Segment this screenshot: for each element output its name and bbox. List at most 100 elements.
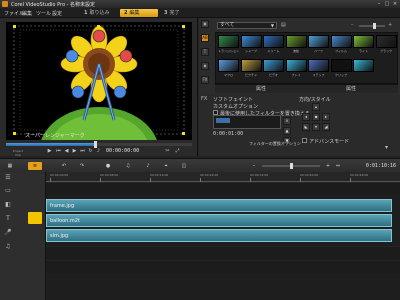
step-capture[interactable]: 1 取り込み	[80, 9, 118, 17]
maximize-icon[interactable]: □	[384, 1, 390, 7]
previous-frame-icon[interactable]: ◀	[63, 148, 70, 155]
tab-attribute-2[interactable]: 属性	[307, 86, 395, 93]
step-share[interactable]: 3 完了	[160, 9, 198, 17]
thumbnail-caption: ビデオ	[268, 73, 278, 77]
add-category-icon[interactable]: ▤	[281, 22, 289, 29]
filter-replace-button[interactable]: フィルターの置換オプション	[249, 141, 301, 147]
volume-icon[interactable]: ♪	[95, 148, 102, 155]
library-thumbnail[interactable]: トランジション	[218, 35, 239, 54]
filter-icon[interactable]: FX	[201, 76, 209, 84]
library-thumbnail[interactable]: 波紋	[285, 35, 307, 54]
title-icon[interactable]: T	[201, 48, 209, 56]
voice-lane[interactable]	[46, 246, 400, 259]
motion-tracking-icon[interactable]: ⌖	[162, 162, 170, 170]
sound-mixer-icon[interactable]: ♫	[124, 162, 132, 170]
timeline-zoom-slider[interactable]	[262, 163, 320, 169]
scrub-bar[interactable]	[6, 141, 192, 148]
custom-option-label[interactable]: カスタムオプション	[213, 103, 258, 110]
library-thumbnail[interactable]: マクロ	[218, 59, 239, 78]
enlarge-preview-icon[interactable]: ⤢	[174, 148, 181, 155]
panel-toggle-icon[interactable]: ▾	[385, 144, 393, 152]
direction-bottom-right-icon[interactable]: ◢	[322, 123, 330, 131]
step-label: 取り込み	[89, 10, 110, 16]
library-thumbnail[interactable]: ハーフ	[308, 35, 329, 54]
media-icon[interactable]: ▣	[201, 20, 209, 28]
library-thumbnail[interactable]: ドリーム	[263, 35, 284, 54]
graphic-icon[interactable]: ◆	[201, 62, 209, 70]
voice-track-icon[interactable]: 🎤	[3, 228, 13, 238]
slider-knob[interactable]	[373, 23, 376, 29]
library-thumbnail[interactable]	[353, 59, 374, 78]
overlay-track-icon[interactable]: ◧	[3, 200, 13, 210]
track-manager-icon[interactable]: ☰	[3, 173, 13, 183]
play-icon[interactable]: ▶	[46, 148, 53, 155]
duration-field[interactable]: 0:00:01:00	[213, 131, 243, 137]
timeline-clip[interactable]: sim.jpg	[46, 229, 392, 242]
library-thumbnail[interactable]: ライト	[353, 35, 374, 54]
close-icon[interactable]: ×	[392, 1, 398, 7]
video-track-icon[interactable]: ▭	[3, 186, 13, 196]
preview-timecode[interactable]: 00:00:00:00	[106, 148, 139, 155]
direction-right-icon[interactable]: ▸	[322, 113, 330, 121]
library-thumbnail[interactable]: クリップ	[330, 59, 352, 78]
subtitle-editor-icon[interactable]: ◫	[180, 162, 188, 170]
advanced-mode-checkbox[interactable]	[302, 138, 307, 143]
direction-bottom-left-icon[interactable]: ◣	[302, 123, 310, 131]
home-icon[interactable]: ⏮	[55, 148, 62, 155]
menu-file[interactable]: ファイル	[4, 10, 24, 17]
scrub-handle[interactable]	[94, 141, 98, 148]
direction-bottom-icon[interactable]: ▾	[312, 123, 320, 131]
title-track-icon[interactable]: T	[3, 214, 13, 224]
music-track-icon[interactable]: ♫	[3, 242, 13, 252]
menu-tools[interactable]: ツール	[36, 10, 51, 17]
direction-left-icon[interactable]: ◂	[302, 113, 310, 121]
zoom-in-icon[interactable]: +	[388, 22, 394, 29]
transition-icon[interactable]: AB	[201, 34, 209, 42]
split-clip-icon[interactable]: ✂	[164, 148, 171, 155]
music-lane[interactable]	[46, 260, 400, 273]
thumbnail-caption: フィルム	[335, 49, 347, 53]
auto-music-icon[interactable]: ♪	[144, 162, 152, 170]
timeline-ruler[interactable]: 00:00:00:00 00:00:08:00 00:00:16:00 00:00:2…	[46, 172, 400, 182]
fit-project-icon[interactable]: ⇔	[334, 162, 342, 170]
zoom-knob[interactable]	[290, 163, 293, 169]
library-thumbnail[interactable]: ブラック	[375, 35, 397, 54]
selected-track-thumbnail[interactable]	[28, 212, 42, 224]
menu-settings[interactable]: 設定	[52, 10, 62, 17]
remove-filter-icon[interactable]: ×	[283, 117, 291, 125]
filter-list[interactable]	[213, 115, 281, 129]
tab-attribute-1[interactable]: 属性	[217, 86, 305, 93]
direction-center-icon[interactable]: ▪	[312, 113, 320, 121]
thumbnail-image	[240, 35, 262, 48]
end-icon[interactable]: ⏭	[79, 148, 86, 155]
zoom-out-timeline-icon[interactable]: –	[250, 162, 258, 170]
repeat-icon[interactable]: ↻	[87, 148, 94, 155]
undo-icon[interactable]: ↶	[60, 162, 68, 170]
direction-top-icon[interactable]: ▴	[312, 103, 320, 111]
thumbnail-size-slider[interactable]	[359, 23, 385, 29]
timeline-clip[interactable]: frame.jpg	[46, 199, 392, 212]
library-thumbnail[interactable]: ビデオ	[263, 59, 284, 78]
timeline-view-icon[interactable]: ≡	[28, 162, 42, 170]
step-number: 1	[84, 10, 88, 16]
category-select[interactable]: すべて ▼	[217, 22, 277, 29]
menu-edit[interactable]: 編集	[22, 10, 32, 17]
record-capture-icon[interactable]: ●	[104, 162, 112, 170]
library-thumbnail[interactable]: ステップ	[308, 59, 329, 78]
next-frame-icon[interactable]: ▶	[71, 148, 78, 155]
zoom-out-icon[interactable]: –	[351, 22, 357, 29]
storyboard-view-icon[interactable]: ▦	[6, 162, 14, 170]
library-thumbnail[interactable]: シャープ	[240, 35, 262, 54]
step-edit[interactable]: 2 編集	[120, 9, 158, 17]
timeline-clip[interactable]: balloon.m2t	[46, 214, 392, 227]
redo-icon[interactable]: ↷	[78, 162, 86, 170]
title-overlay-text[interactable]: スーパーレンジャーマーク	[25, 132, 85, 139]
move-up-icon[interactable]: ▲	[283, 127, 291, 135]
library-thumbnail[interactable]: ピクチャ	[240, 59, 262, 78]
library-thumbnail[interactable]: フィルム	[330, 35, 352, 54]
video-lane[interactable]	[46, 182, 400, 195]
zoom-in-timeline-icon[interactable]: +	[324, 162, 332, 170]
preview-screen[interactable]: スーパーレンジャーマーク	[6, 22, 192, 140]
minimize-icon[interactable]: –	[376, 1, 382, 7]
library-thumbnail[interactable]: プレイ	[285, 59, 307, 78]
